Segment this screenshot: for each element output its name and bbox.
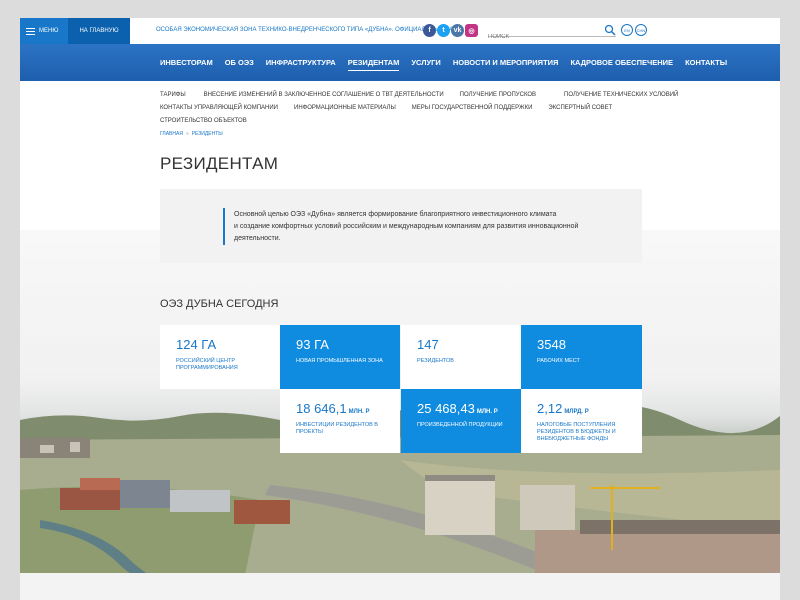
subnav-item[interactable]: ВНЕСЕНИЕ ИЗМЕНЕНИЙ В ЗАКЛЮЧЕННОЕ СОГЛАШЕ… <box>204 92 444 98</box>
nav-item-about[interactable]: ОБ ОЭЗ <box>225 58 254 67</box>
footer-band <box>20 573 780 600</box>
stat-unit: МЛН. Р <box>476 409 498 415</box>
nav-item-services[interactable]: УСЛУГИ <box>411 58 440 67</box>
stat-value: 124 ГА <box>176 337 280 352</box>
search-icon[interactable] <box>604 24 616 36</box>
language-switcher: EN CHN <box>621 24 647 36</box>
nav-item-staffing[interactable]: КАДРОВОЕ ОБЕСПЕЧЕНИЕ <box>570 58 673 67</box>
stat-tile: 3548 РАБОЧИХ МЕСТ <box>521 325 642 389</box>
stat-tile: 2,12 МЛРД. Р НАЛОГОВЫЕ ПОСТУПЛЕНИЯ РЕЗИДЕ… <box>521 389 642 453</box>
stat-tile: 147 РЕЗИДЕНТОВ <box>401 325 521 389</box>
lang-en-button[interactable]: EN <box>621 24 633 36</box>
stat-label: РЕЗИДЕНТОВ <box>417 358 454 364</box>
stat-value-number: 2,12 <box>537 401 563 416</box>
stat-tile: 124 ГА РОССИЙСКИЙ ЦЕНТР ПРОГРАММИРОВАНИЯ <box>160 325 280 389</box>
home-button[interactable]: НА ГЛАВНУЮ <box>68 18 130 44</box>
stat-value: 18 646,1 МЛН. Р <box>296 401 400 416</box>
stat-value-number: 3548 <box>537 337 566 352</box>
breadcrumb-current: РЕЗИДЕНТЫ <box>191 131 223 137</box>
nav-item-contacts[interactable]: КОНТАКТЫ <box>685 58 727 67</box>
breadcrumb-separator: » <box>185 131 189 137</box>
stat-value: 25 468,43 МЛН. Р <box>417 401 521 416</box>
intro-line: Основной целью ОЭЗ «Дубна» является форм… <box>234 211 557 218</box>
stat-tile: 93 ГА НОВАЯ ПРОМЫШЛЕННАЯ ЗОНА <box>280 325 400 389</box>
stats-grid: 124 ГА РОССИЙСКИЙ ЦЕНТР ПРОГРАММИРОВАНИЯ… <box>160 325 642 453</box>
stat-label: НОВАЯ ПРОМЫШЛЕННАЯ ЗОНА <box>296 358 383 364</box>
hamburger-icon <box>26 27 35 35</box>
sub-nav: ТАРИФЫ ВНЕСЕНИЕ ИЗМЕНЕНИЙ В ЗАКЛЮЧЕННОЕ … <box>160 88 678 127</box>
subnav-item[interactable]: КОНТАКТЫ УПРАВЛЯЮЩЕЙ КОМПАНИИ <box>160 105 278 111</box>
stat-value: 3548 <box>537 337 642 352</box>
subnav-item[interactable]: СТРОИТЕЛЬСТВО ОБЪЕКТОВ <box>160 118 247 124</box>
search-box <box>488 24 616 43</box>
menu-button[interactable]: МЕНЮ <box>20 18 68 44</box>
lang-chn-button[interactable]: CHN <box>635 24 647 36</box>
subnav-item[interactable]: ПОЛУЧЕНИЕ ТЕХНИЧЕСКИХ УСЛОВИЙ <box>564 92 678 98</box>
stat-value-number: 124 ГА <box>176 337 217 352</box>
intro-line: деятельности. <box>234 235 281 242</box>
stat-unit: МЛН. Р <box>348 409 370 415</box>
stat-value: 93 ГА <box>296 337 400 352</box>
subnav-item[interactable]: МЕРЫ ГОСУДАРСТВЕННОЙ ПОДДЕРЖКИ <box>412 105 533 111</box>
page-title: РЕЗИДЕНТАМ <box>160 154 279 173</box>
intro-line: и создание комфортных условий российским… <box>234 223 579 230</box>
breadcrumb: ГЛАВНАЯ» РЕЗИДЕНТЫ <box>160 131 223 137</box>
breadcrumb-home-link[interactable]: ГЛАВНАЯ <box>160 131 183 137</box>
stat-label: РАБОЧИХ МЕСТ <box>537 358 580 364</box>
top-bar: МЕНЮ НА ГЛАВНУЮ ОСОБАЯ ЭКОНОМИЧЕСКАЯ ЗОН… <box>20 18 780 44</box>
stat-value-number: 93 ГА <box>296 337 329 352</box>
nav-item-residents[interactable]: РЕЗИДЕНТАМ <box>347 58 399 71</box>
subnav-item[interactable]: ПОЛУЧЕНИЕ ПРОПУСКОВ <box>460 92 536 98</box>
stat-value: 147 <box>417 337 521 352</box>
intro-box: Основной целью ОЭЗ «Дубна» является форм… <box>160 189 642 263</box>
main-nav: ИНВЕСТОРАМ ОБ ОЭЗ ИНФРАСТРУКТУРА РЕЗИДЕН… <box>20 44 780 81</box>
nav-item-investors[interactable]: ИНВЕСТОРАМ <box>160 58 213 67</box>
stat-unit: МЛРД. Р <box>564 409 589 415</box>
stat-label: ИНВЕСТИЦИИ РЕЗИДЕНТОВ В ПРОЕКТЫ <box>296 422 378 435</box>
stat-label: НАЛОГОВЫЕ ПОСТУПЛЕНИЯ РЕЗИДЕНТОВ В БЮДЖЕ… <box>537 422 616 442</box>
facebook-icon[interactable]: f <box>423 24 436 37</box>
stat-value-number: 18 646,1 <box>296 401 347 416</box>
intro-text: Основной целью ОЭЗ «Дубна» является форм… <box>234 209 624 245</box>
menu-button-label: МЕНЮ <box>39 28 59 34</box>
subnav-item[interactable]: ТАРИФЫ <box>160 92 186 98</box>
search-input[interactable] <box>488 31 600 43</box>
social-links: f t vk ◎ <box>423 24 478 37</box>
instagram-icon[interactable]: ◎ <box>465 24 478 37</box>
nav-item-news[interactable]: НОВОСТИ И МЕРОПРИЯТИЯ <box>453 58 559 67</box>
subnav-item[interactable]: ИНФОРМАЦИОННЫЕ МАТЕРИАЛЫ <box>294 105 396 111</box>
intro-accent-bar <box>223 208 225 245</box>
twitter-icon[interactable]: t <box>437 24 450 37</box>
stat-label: РОССИЙСКИЙ ЦЕНТР ПРОГРАММИРОВАНИЯ <box>176 358 238 371</box>
stat-value-number: 147 <box>417 337 439 352</box>
page: МЕНЮ НА ГЛАВНУЮ ОСОБАЯ ЭКОНОМИЧЕСКАЯ ЗОН… <box>20 18 780 600</box>
stat-tile: 25 468,43 МЛН. Р ПРОИЗВЕДЕННОЙ ПРОДУКЦИИ <box>401 389 521 453</box>
subnav-item[interactable]: ЭКСПЕРТНЫЙ СОВЕТ <box>548 105 612 111</box>
site-title[interactable]: ОСОБАЯ ЭКОНОМИЧЕСКАЯ ЗОНА ТЕХНИКО-ВНЕДРЕ… <box>156 27 461 33</box>
stat-label: ПРОИЗВЕДЕННОЙ ПРОДУКЦИИ <box>417 422 503 428</box>
nav-item-infrastructure[interactable]: ИНФРАСТРУКТУРА <box>266 58 336 67</box>
stats-section-title: ОЭЗ ДУБНА СЕГОДНЯ <box>160 298 279 310</box>
stat-value: 2,12 МЛРД. Р <box>537 401 642 416</box>
stat-value-number: 25 468,43 <box>417 401 475 416</box>
stat-tile: 18 646,1 МЛН. Р ИНВЕСТИЦИИ РЕЗИДЕНТОВ В П… <box>280 389 400 453</box>
vk-icon[interactable]: vk <box>451 24 464 37</box>
